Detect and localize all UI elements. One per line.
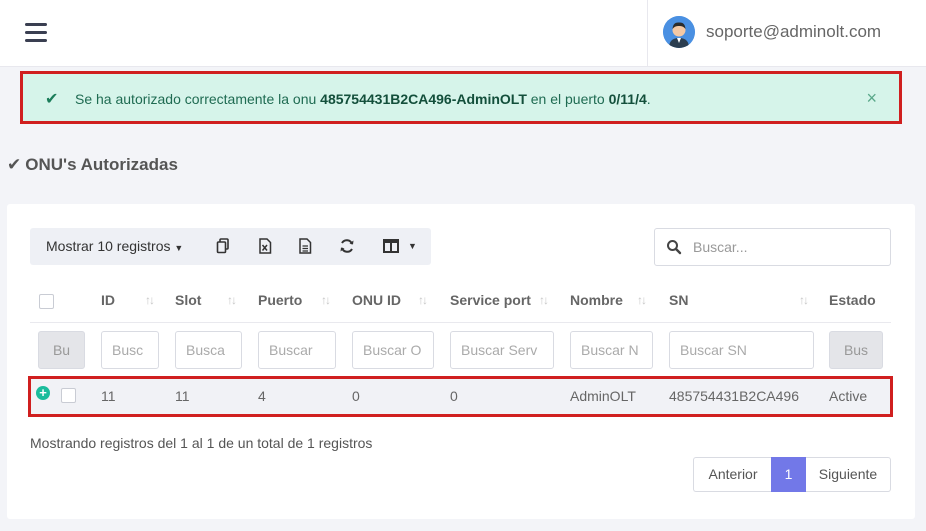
pagination-previous[interactable]: Anterior [693, 457, 772, 492]
filter-estado-button[interactable]: Bus [829, 331, 883, 369]
menu-toggle-icon[interactable] [25, 23, 47, 43]
caret-down-icon[interactable]: ▼ [408, 228, 417, 265]
avatar[interactable] [663, 16, 695, 48]
filter-puerto-input[interactable] [258, 331, 336, 369]
sort-icon[interactable]: ↑↓ [637, 293, 647, 307]
sort-icon[interactable]: ↑↓ [227, 293, 237, 307]
filter-sn-input[interactable] [669, 331, 814, 369]
check-icon: ✔ [45, 91, 59, 108]
header-divider [30, 322, 891, 323]
column-header-estado[interactable]: Estado [829, 292, 876, 308]
row-checkbox[interactable] [61, 388, 76, 403]
expand-row-icon[interactable]: + [36, 386, 50, 400]
sort-icon[interactable]: ↑↓ [799, 293, 809, 307]
top-bar: soporte@adminolt.com [0, 0, 926, 67]
excel-icon[interactable] [258, 238, 272, 254]
alert-text-middle: en el puerto [526, 91, 609, 107]
filter-service-port-input[interactable] [450, 331, 554, 369]
page-length-dropdown[interactable]: Mostrar 10 registros ▼ [46, 228, 183, 265]
column-header-nombre[interactable]: Nombre [570, 292, 623, 308]
pagination-next[interactable]: Siguiente [806, 457, 891, 492]
alert-onu-name: 485754431B2CA496-AdminOLT [320, 91, 527, 107]
filter-slot-input[interactable] [175, 331, 242, 369]
filter-onu-id-input[interactable] [352, 331, 434, 369]
onu-table-card: Mostrar 10 registros ▼ ▼ Buscar... ID ↑↓… [7, 204, 915, 519]
search-icon [667, 240, 682, 255]
page-length-label: Mostrar 10 registros [46, 238, 171, 254]
column-header-sn[interactable]: SN [669, 292, 688, 308]
column-header-service-port[interactable]: Service port [450, 292, 531, 308]
cell-slot: 11 [175, 388, 190, 404]
select-all-checkbox[interactable] [39, 294, 54, 309]
filter-id-input[interactable] [101, 331, 159, 369]
caret-down-icon: ▼ [174, 243, 184, 253]
sort-icon[interactable]: ↑↓ [145, 293, 155, 307]
filter-button[interactable]: Bu [38, 331, 85, 369]
csv-icon[interactable] [298, 238, 312, 254]
cell-onu-id: 0 [352, 388, 360, 404]
cell-sn: 485754431B2CA496 [669, 388, 800, 404]
cell-puerto: 4 [258, 388, 266, 404]
user-menu[interactable]: soporte@adminolt.com [647, 0, 915, 66]
refresh-icon[interactable] [339, 238, 355, 254]
check-icon: ✔ [7, 155, 22, 174]
column-header-id[interactable]: ID [101, 292, 115, 308]
cell-nombre: AdminOLT [570, 388, 636, 404]
search-input[interactable] [693, 237, 883, 257]
search-box[interactable] [654, 228, 891, 266]
alert-port: 0/11/4 [608, 91, 647, 107]
copy-icon[interactable] [216, 238, 230, 254]
sort-icon[interactable]: ↑↓ [321, 293, 331, 307]
sort-icon[interactable]: ↑↓ [539, 293, 549, 307]
cell-id: 11 [101, 388, 116, 404]
alert-message: Se ha autorizado correctamente la onu 48… [75, 91, 651, 107]
column-header-puerto[interactable]: Puerto [258, 292, 302, 308]
sort-icon[interactable]: ↑↓ [418, 293, 428, 307]
alert-text-suffix: . [646, 91, 651, 107]
filter-nombre-input[interactable] [570, 331, 653, 369]
pagination-page-1[interactable]: 1 [771, 457, 806, 492]
user-email[interactable]: soporte@adminolt.com [706, 22, 881, 42]
success-alert: ✔ Se ha autorizado correctamente la onu … [20, 71, 902, 124]
close-icon[interactable]: × [866, 88, 877, 109]
cell-service-port: 0 [450, 388, 458, 404]
column-header-onu-id[interactable]: ONU ID [352, 292, 401, 308]
table-toolbar: Mostrar 10 registros ▼ ▼ [30, 228, 431, 265]
alert-text-prefix: Se ha autorizado correctamente la onu [75, 91, 321, 107]
column-header-slot[interactable]: Slot [175, 292, 201, 308]
page-title: ✔ ONU's Autorizadas [7, 155, 178, 175]
cell-estado: Active [829, 388, 868, 404]
columns-icon[interactable] [383, 238, 399, 254]
table-info: Mostrando registros del 1 al 1 de un tot… [30, 435, 373, 451]
page-title-text: ONU's Autorizadas [25, 155, 178, 174]
